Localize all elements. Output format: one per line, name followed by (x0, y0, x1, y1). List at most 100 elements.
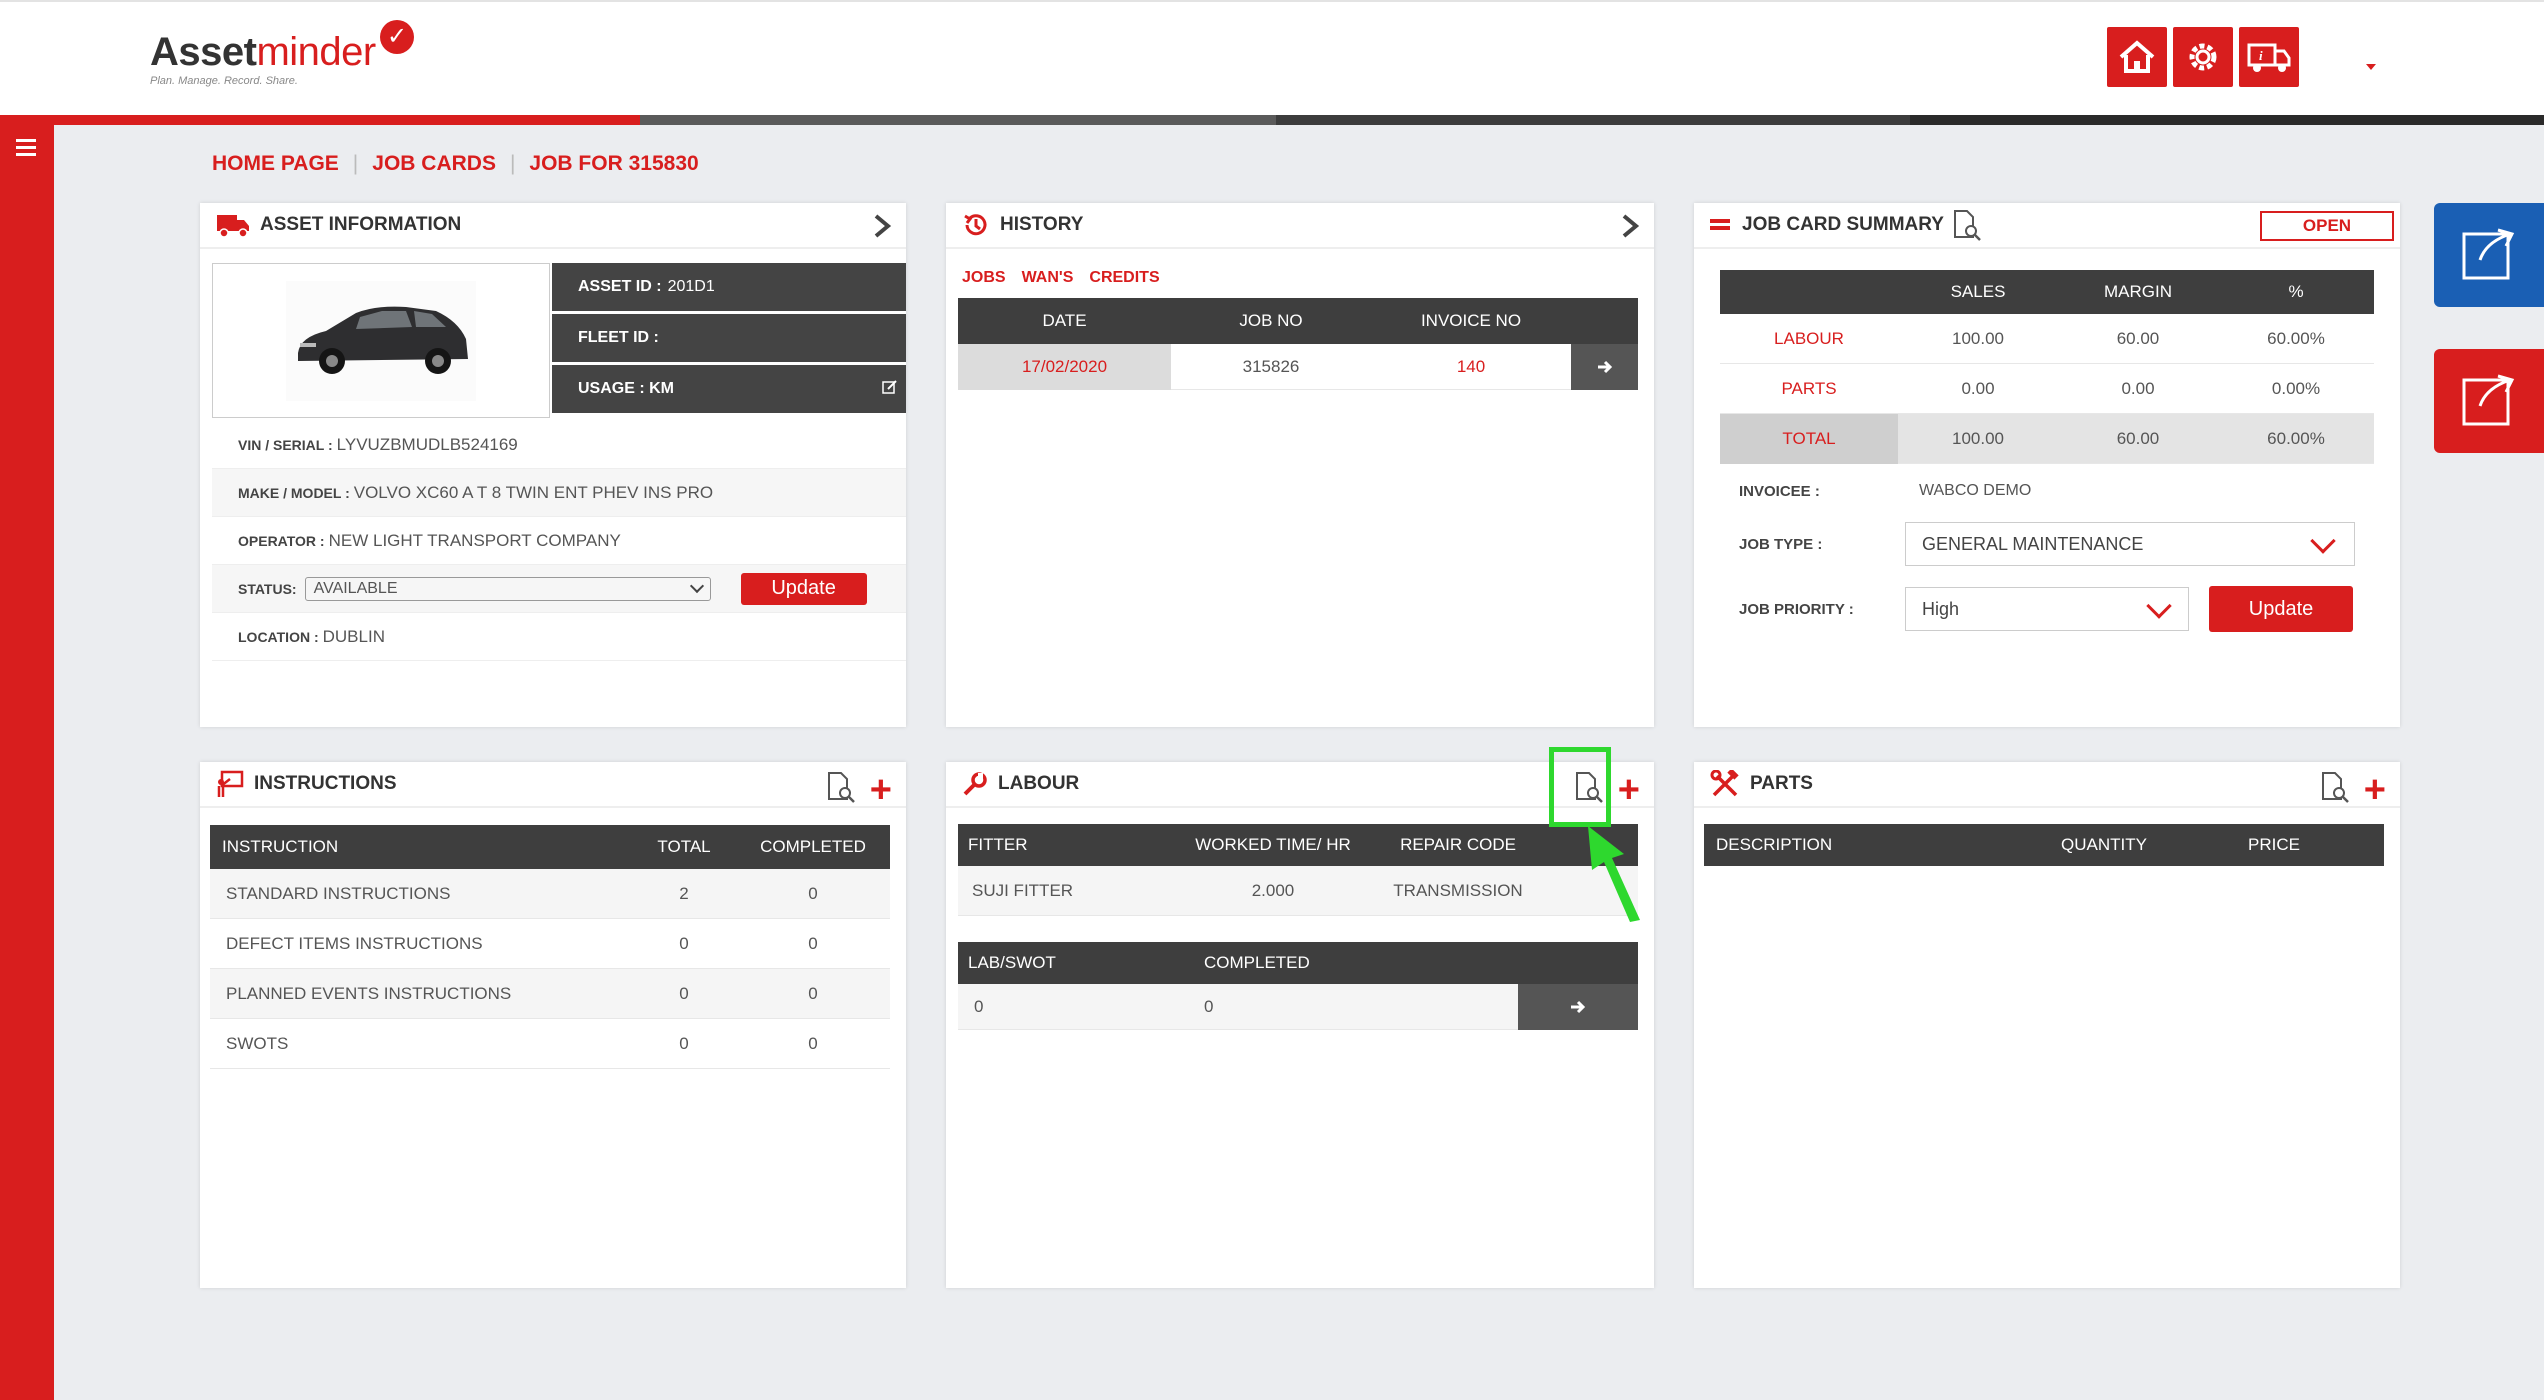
history-header: HISTORY (946, 203, 1654, 249)
asset-photo (212, 263, 550, 418)
parts-panel: PARTS + DESCRIPTION QUANTITY PRICE (1694, 762, 2400, 1288)
table-row[interactable]: SUJI FITTER 2.000 TRANSMISSION (958, 866, 1638, 916)
home-icon[interactable] (2107, 27, 2167, 87)
asset-id-block: ASSET ID :201D1 FLEET ID : USAGE : KM (552, 263, 906, 416)
tab-jobs[interactable]: JOBS (962, 269, 1006, 287)
job-card-summary-panel: JOB CARD SUMMARY OPEN SALES MARGIN % LAB… (1694, 203, 2400, 727)
instructions-panel: INSTRUCTIONS + INSTRUCTION TOTAL COMPLET… (200, 762, 906, 1288)
instructions-board-icon (216, 770, 244, 798)
header-stripe-dark (1276, 115, 1910, 125)
instructions-table: INSTRUCTION TOTAL COMPLETED STANDARD INS… (210, 825, 890, 1069)
history-title: HISTORY (1000, 214, 1084, 235)
breadcrumb-job-cards[interactable]: JOB CARDS (372, 152, 496, 176)
history-tabs: JOBS WAN'S CREDITS (962, 269, 1160, 287)
header-stripe-grey (640, 115, 1276, 125)
add-instruction-icon[interactable]: + (870, 771, 892, 809)
parts-table: DESCRIPTION QUANTITY PRICE (1704, 824, 2384, 866)
history-table: DATE JOB NO INVOICE NO 17/02/2020 315826… (958, 298, 1638, 390)
hamburger-menu-icon[interactable] (16, 139, 36, 160)
summary-table: SALES MARGIN % LABOUR 100.00 60.00 60.00… (1720, 270, 2374, 464)
asset-information-panel: ASSET INFORMATION ASSET ID :201D1 FLEET … (200, 203, 906, 727)
document-search-icon[interactable] (2320, 771, 2350, 809)
location-row: LOCATION : DUBLIN (212, 613, 906, 661)
document-search-icon[interactable] (1952, 209, 1982, 241)
parts-header: PARTS + (1694, 762, 2400, 809)
status-row: STATUS: AVAILABLE Update (212, 565, 906, 613)
chevron-right-icon[interactable] (872, 214, 892, 244)
chevron-down-icon (689, 578, 704, 593)
pointer-arrow-icon (1588, 826, 1640, 922)
summary-update-button[interactable]: Update (2209, 586, 2353, 632)
breadcrumb-home[interactable]: HOME PAGE (212, 152, 339, 176)
job-priority-row: JOB PRIORITY : High Update (1739, 586, 2353, 632)
status-select[interactable]: AVAILABLE (304, 576, 711, 601)
tab-credits[interactable]: CREDITS (1089, 269, 1159, 287)
invoicee-row: INVOICEE : WABCO DEMO (1739, 482, 2032, 500)
asset-id-row: ASSET ID :201D1 (552, 263, 906, 311)
export-document-icon (2462, 374, 2515, 426)
side-tile-red[interactable] (2434, 349, 2544, 453)
table-row[interactable]: 17/02/2020 315826 140 (958, 343, 1638, 390)
top-header: Assetminder ✓ Plan. Manage. Record. Shar… (0, 0, 2544, 115)
chevron-down-icon (2146, 593, 2172, 619)
labour-header: LABOUR + (946, 762, 1654, 809)
summary-lines-icon (1710, 215, 1732, 235)
svg-text:i: i (2259, 48, 2263, 63)
table-row[interactable]: 0 0 (958, 983, 1638, 1030)
labour-table-header: FITTER WORKED TIME/ HR REPAIR CODE (958, 824, 1638, 866)
table-row[interactable]: DEFECT ITEMS INSTRUCTIONS 0 0 (210, 919, 890, 969)
truck-info-icon[interactable]: i (2239, 27, 2299, 87)
user-menu-caret-icon[interactable] (2366, 64, 2376, 70)
tab-wans[interactable]: WAN'S (1022, 269, 1074, 287)
settings-gear-icon[interactable] (2173, 27, 2233, 87)
edit-icon[interactable] (882, 379, 898, 400)
logo-tagline: Plan. Manage. Record. Share. (150, 75, 298, 87)
highlight-box (1549, 747, 1611, 827)
job-card-summary-title: JOB CARD SUMMARY (1742, 214, 1944, 235)
table-row[interactable]: SWOTS 0 0 (210, 1019, 890, 1069)
side-tile-blue[interactable] (2434, 203, 2544, 307)
lab-swot-table: LAB/SWOT COMPLETED 0 0 (958, 942, 1638, 1030)
job-card-summary-header: JOB CARD SUMMARY OPEN (1694, 203, 2400, 249)
job-status-badge: OPEN (2260, 211, 2394, 241)
chevron-right-icon[interactable] (1620, 214, 1640, 244)
history-clock-icon (962, 211, 990, 239)
operator-row: OPERATOR : NEW LIGHT TRANSPORT COMPANY (212, 517, 906, 565)
add-part-icon[interactable]: + (2364, 771, 2386, 809)
instructions-header: INSTRUCTIONS + (200, 762, 906, 809)
job-priority-select[interactable]: High (1905, 587, 2189, 631)
job-type-select[interactable]: GENERAL MAINTENANCE (1905, 522, 2355, 566)
labour-panel: LABOUR + FITTER WORKED TIME/ HR REPAIR C… (946, 762, 1654, 1288)
labour-title: LABOUR (998, 773, 1080, 794)
fleet-id-row: FLEET ID : (552, 314, 906, 362)
labour-table: FITTER WORKED TIME/ HR REPAIR CODE SUJI … (958, 824, 1638, 916)
history-panel: HISTORY JOBS WAN'S CREDITS DATE JOB NO I… (946, 203, 1654, 727)
asset-detail-list: VIN / SERIAL : LYVUZBMUDLB524169 MAKE / M… (212, 421, 906, 661)
chevron-down-icon (2310, 528, 2336, 554)
arrow-right-icon[interactable] (1571, 343, 1638, 390)
breadcrumb: HOME PAGE | JOB CARDS | JOB FOR 315830 (212, 152, 699, 176)
summary-row-labour: LABOUR 100.00 60.00 60.00% (1720, 314, 2374, 364)
lab-swot-table-header: LAB/SWOT COMPLETED (958, 942, 1638, 984)
document-search-icon[interactable] (826, 771, 856, 809)
breadcrumb-current-job[interactable]: JOB FOR 315830 (529, 152, 698, 176)
summary-row-parts: PARTS 0.00 0.00 0.00% (1720, 364, 2374, 414)
summary-row-total: TOTAL 100.00 60.00 60.00% (1720, 413, 2374, 464)
asset-information-header: ASSET INFORMATION (200, 203, 906, 249)
truck-icon (216, 212, 250, 238)
add-labour-icon[interactable]: + (1618, 771, 1640, 809)
parts-title: PARTS (1750, 773, 1813, 794)
table-row[interactable]: PLANNED EVENTS INSTRUCTIONS 0 0 (210, 969, 890, 1019)
assetminder-logo[interactable]: Assetminder ✓ Plan. Manage. Record. Shar… (150, 20, 414, 87)
left-sidebar (0, 125, 54, 1400)
usage-row: USAGE : KM (552, 365, 906, 413)
arrow-right-icon[interactable] (1518, 983, 1638, 1030)
header-icon-group: i (2107, 27, 2299, 87)
export-document-icon (2462, 228, 2515, 280)
history-table-header: DATE JOB NO INVOICE NO (958, 298, 1638, 344)
wrench-icon (962, 771, 988, 797)
asset-status-update-button[interactable]: Update (740, 572, 867, 605)
job-type-row: JOB TYPE : GENERAL MAINTENANCE (1739, 522, 2355, 566)
header-stripe-darker (1910, 115, 2544, 125)
table-row[interactable]: STANDARD INSTRUCTIONS 2 0 (210, 869, 890, 919)
